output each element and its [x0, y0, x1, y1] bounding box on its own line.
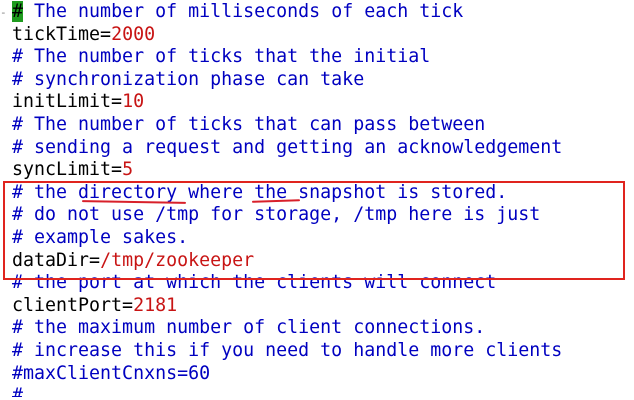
config-value: 2000 — [111, 23, 156, 45]
config-line-datadir: dataDir=/tmp/zookeeper — [12, 250, 562, 273]
comment-line: # The number of ticks that can pass betw… — [12, 113, 486, 135]
config-value: /tmp/zookeeper — [100, 249, 255, 271]
config-line-synclimit: syncLimit=5 — [12, 159, 562, 182]
text-cursor: # — [12, 1, 24, 22]
config-file-editor[interactable]: - # The number of milliseconds of each t… — [0, 0, 634, 400]
comment-line: # the directory where the snapshot is st… — [12, 181, 508, 203]
comment-line: # The number of milliseconds of each tic… — [12, 1, 464, 22]
editor-text-area[interactable]: # The number of milliseconds of each tic… — [12, 1, 562, 397]
gutter-marker: - — [0, 6, 7, 19]
config-value: 10 — [122, 91, 145, 113]
config-value: 5 — [122, 159, 134, 181]
config-line-initlimit: initLimit=10 — [12, 91, 562, 114]
config-line-clientport: clientPort=2181 — [12, 295, 562, 318]
config-line-ticktime: tickTime=2000 — [12, 24, 562, 47]
comment-line: # do not use /tmp for storage, /tmp here… — [12, 204, 541, 226]
comment-line: # synchronization phase can take — [12, 68, 365, 90]
comment-line: #maxClientCnxns=60 — [12, 362, 211, 384]
comment-line: # — [12, 385, 24, 398]
config-key: initLimit= — [12, 91, 123, 113]
comment-line: # the maximum number of client connectio… — [12, 317, 486, 339]
comment-line: # the port at which the clients will con… — [12, 272, 497, 294]
comment-line: # sending a request and getting an ackno… — [12, 136, 563, 158]
config-key: dataDir= — [12, 249, 101, 271]
config-value: 2181 — [133, 294, 178, 316]
comment-line: # example sakes. — [12, 226, 189, 248]
config-key: syncLimit= — [12, 159, 123, 181]
config-key: tickTime= — [12, 23, 112, 45]
config-key: clientPort= — [12, 294, 134, 316]
comment-line: # The number of ticks that the initial — [12, 46, 431, 68]
comment-line: # increase this if you need to handle mo… — [12, 339, 563, 361]
